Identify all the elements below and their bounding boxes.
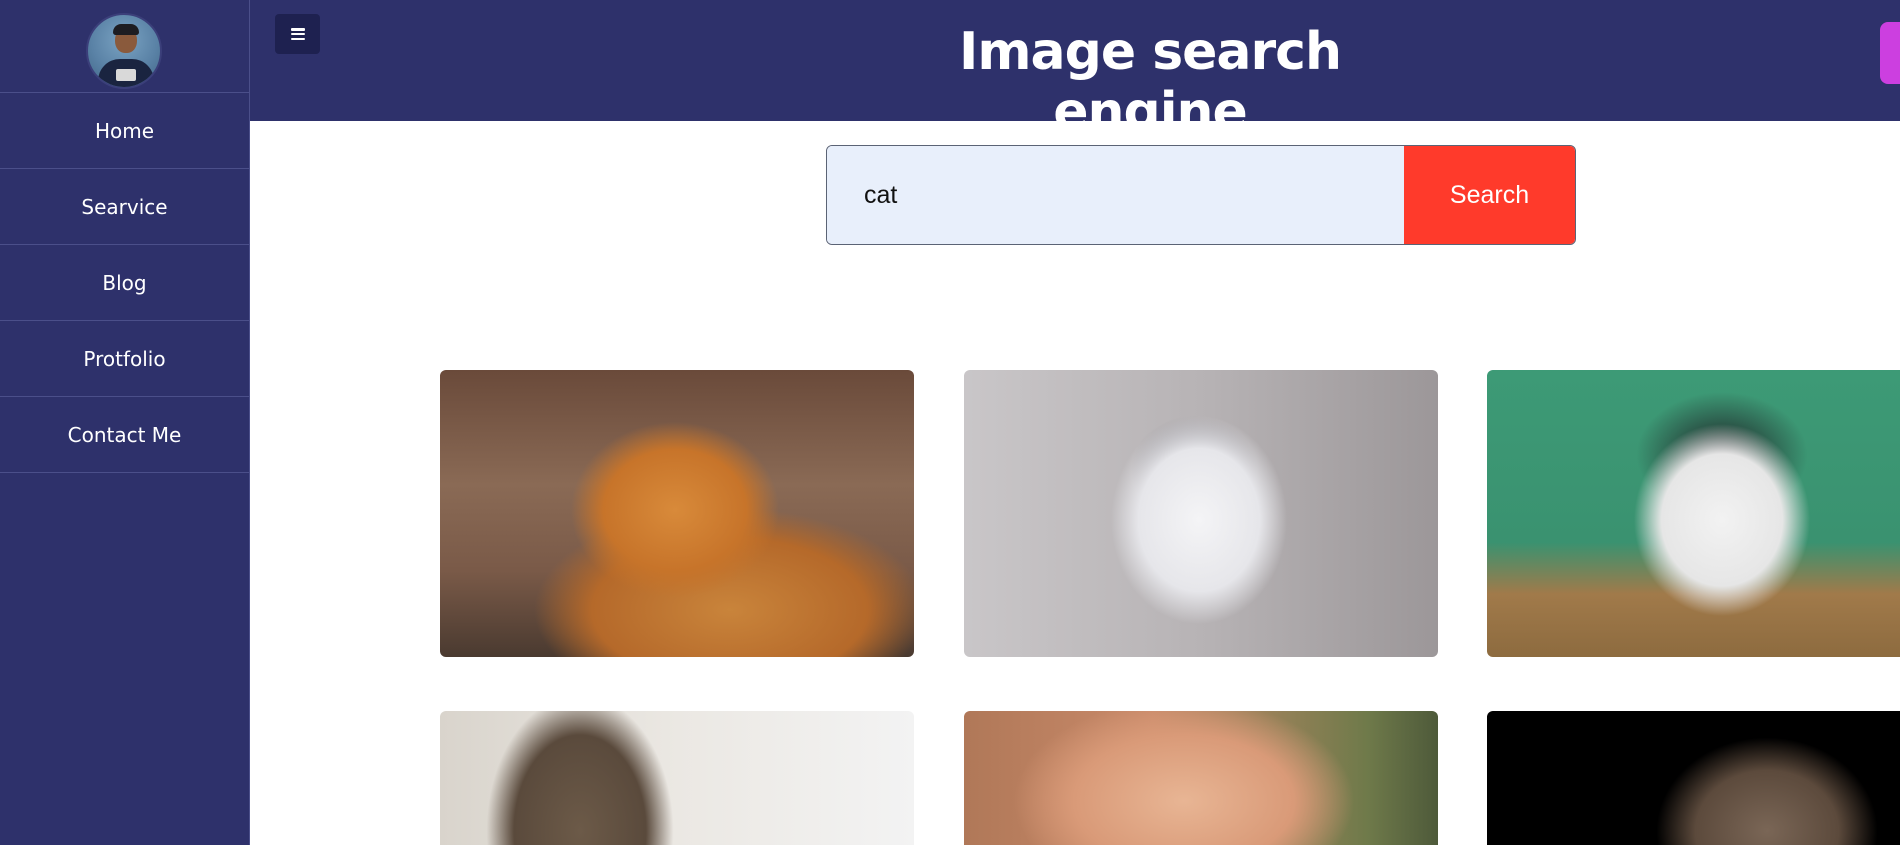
accent-button[interactable] [1880, 22, 1900, 84]
search-button[interactable]: Search [1404, 146, 1575, 244]
header: Image search engine [250, 0, 1900, 142]
avatar-container [0, 0, 249, 93]
menu-toggle-button[interactable] [275, 14, 320, 54]
sidebar-item-blog[interactable]: Blog [0, 245, 249, 321]
search-bar: Search [826, 145, 1576, 245]
result-image-5[interactable] [964, 711, 1438, 845]
avatar[interactable] [86, 13, 162, 89]
result-image-2[interactable] [964, 370, 1438, 657]
search-input[interactable] [827, 146, 1404, 244]
hamburger-menu-icon [290, 28, 305, 40]
page-title: Image search engine [958, 22, 1342, 142]
result-image-3[interactable] [1487, 370, 1900, 657]
sidebar: Home Searvice Blog Protfolio Contact Me [0, 0, 250, 845]
sidebar-item-service[interactable]: Searvice [0, 169, 249, 245]
sidebar-item-contact[interactable]: Contact Me [0, 397, 249, 473]
sidebar-item-portfolio[interactable]: Protfolio [0, 321, 249, 397]
result-image-1[interactable] [440, 370, 914, 657]
result-image-4[interactable] [440, 711, 914, 845]
result-image-6[interactable] [1487, 711, 1900, 845]
sidebar-item-home[interactable]: Home [0, 93, 249, 169]
